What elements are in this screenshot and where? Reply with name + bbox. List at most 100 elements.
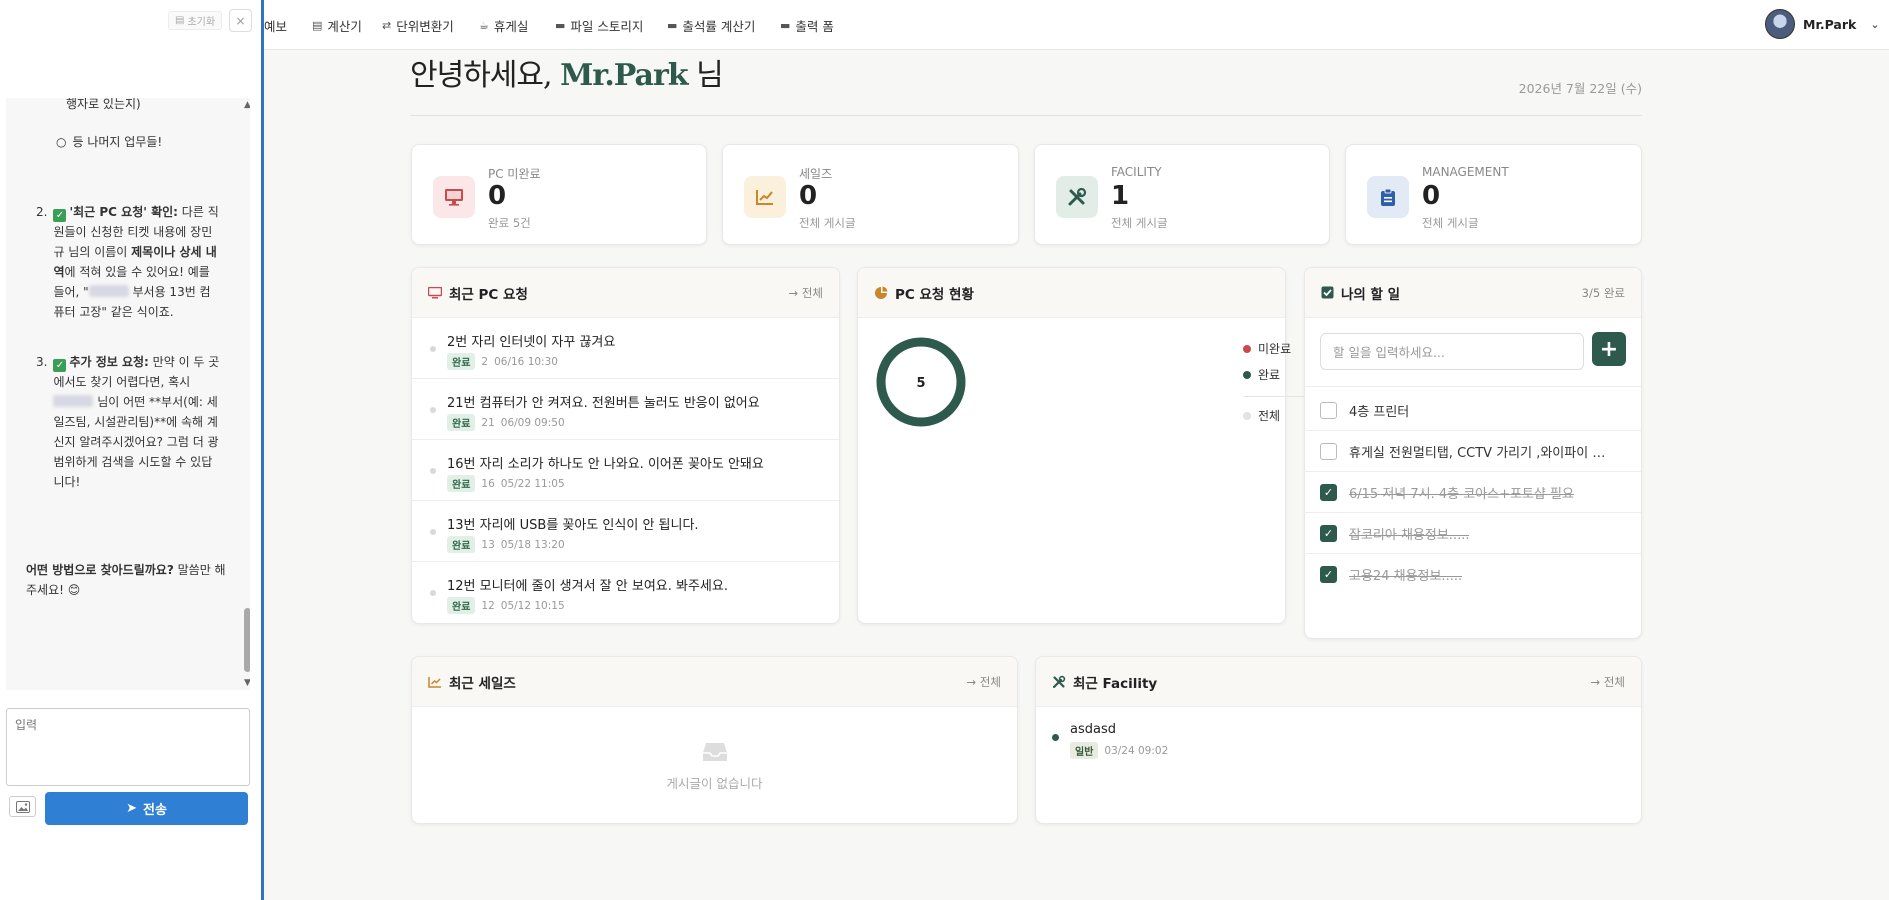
send-icon: ➤ bbox=[126, 801, 137, 816]
avatar bbox=[1765, 9, 1795, 39]
chat-messages[interactable]: 행자로 있는지) ○ 등 나머지 업무들! 2. ✓ '최근 PC 요청' 확인: … bbox=[6, 98, 250, 690]
chat-closing: 어떤 방법으로 찾아드릴까요? 말씀만 해 주세요! 😊 bbox=[26, 560, 226, 600]
close-icon: × bbox=[235, 13, 246, 28]
chevron-down-icon: ⌄ bbox=[1870, 17, 1880, 31]
chat-panel: ▤ 초기화 × 행자로 있는지) ○ 등 나머지 업무들! 2. ✓ '최근 PC 요… bbox=[0, 0, 264, 900]
todo-item[interactable]: 휴게실 전원멀티탭, CCTV 가리기 ,와이파이 설치 bbox=[1304, 431, 1641, 472]
todo-checkbox-checked[interactable]: ✓ bbox=[1320, 566, 1337, 583]
check-icon: ✓ bbox=[53, 359, 67, 372]
list-item[interactable]: 21번 컴퓨터가 안 켜져요. 전원버튼 눌러도 반응이 없어요 완료 21 06/… bbox=[412, 379, 839, 440]
empty-state: 게시글이 없습니다 bbox=[411, 708, 1018, 824]
nav-label: 파일 스토리지 bbox=[570, 19, 644, 34]
todo-text: 고용24 채용정보..... bbox=[1349, 569, 1463, 584]
attach-image-button[interactable] bbox=[9, 796, 36, 817]
nav-lounge[interactable]: ☕ 휴게실 bbox=[479, 16, 528, 35]
legend-label: 미완료 bbox=[1258, 342, 1292, 356]
chat-scrollbar[interactable]: ▲ ▼ bbox=[242, 98, 250, 690]
status-badge: 완료 bbox=[447, 353, 476, 370]
todo-text: 휴게실 전원멀티탭, CCTV 가리기 ,와이파이 설치 bbox=[1349, 445, 1609, 461]
request-title: 2번 자리 인터넷이 자꾸 끊겨요 bbox=[447, 335, 616, 350]
chat-bold: '최근 PC 요청' 확인: bbox=[69, 205, 178, 219]
scrollbar-thumb[interactable] bbox=[244, 608, 250, 672]
user-name: Mr.Park bbox=[1803, 16, 1857, 32]
list-item[interactable]: asdasd 일반 03/24 09:02 bbox=[1070, 722, 1168, 759]
todo-checkbox[interactable] bbox=[1320, 401, 1337, 419]
chat-point-number: 2. bbox=[36, 205, 48, 219]
todo-checkbox[interactable] bbox=[1320, 442, 1337, 460]
stat-card-management[interactable]: MANAGEMENT 0 전체 게시글 bbox=[1345, 144, 1642, 245]
todo-item[interactable]: ✓ 고용24 채용정보..... bbox=[1304, 554, 1641, 595]
nav-calculator[interactable]: ▤ 계산기 bbox=[312, 16, 362, 35]
nav-unit-converter[interactable]: ⇄ 단위변환기 bbox=[382, 16, 454, 35]
scroll-down-icon[interactable]: ▼ bbox=[244, 678, 250, 688]
todo-input[interactable]: 할 일을 입력하세요... bbox=[1320, 333, 1584, 370]
stat-value: 0 bbox=[799, 181, 818, 211]
chat-sub-bullet: ○ 등 나머지 업무들! bbox=[26, 132, 220, 152]
scroll-up-icon[interactable]: ▲ bbox=[244, 100, 250, 110]
stat-label: MANAGEMENT bbox=[1422, 165, 1509, 179]
bullet-dot bbox=[430, 590, 436, 596]
todo-checkbox-checked[interactable]: ✓ bbox=[1320, 483, 1337, 501]
redacted-text bbox=[53, 395, 94, 407]
request-meta: 완료 12 05/12 10:15 bbox=[447, 597, 565, 614]
chat-input[interactable] bbox=[6, 708, 250, 786]
list-item[interactable]: 16번 자리 소리가 하나도 안 나와요. 이어폰 꽂아도 안돼요 완료 16 05… bbox=[412, 440, 839, 501]
monitor-icon bbox=[433, 176, 475, 218]
nav-label: 휴게실 bbox=[493, 19, 529, 34]
nav-attendance-calculator[interactable]: ▬ 출석률 계산기 bbox=[667, 16, 755, 35]
request-title: 12번 모니터에 줄이 생겨서 잘 안 보여요. 봐주세요. bbox=[447, 579, 728, 594]
view-all-link[interactable]: → 전체 bbox=[789, 285, 823, 301]
nav-print-form[interactable]: ▬ 출력 폼 bbox=[780, 16, 834, 35]
todo-item[interactable]: ✓ 6/15 저녁 7시. 4층 코아스+포토샵 필요 bbox=[1304, 472, 1641, 513]
stat-sub: 전체 게시글 bbox=[1422, 216, 1479, 230]
list-item[interactable]: 2번 자리 인터넷이 자꾸 끊겨요 완료 2 06/16 10:30 bbox=[412, 318, 839, 379]
todo-item[interactable]: 4층 프린터 bbox=[1304, 390, 1641, 431]
reset-button[interactable]: ▤ 초기화 bbox=[168, 11, 223, 30]
legend-label: 전체 bbox=[1258, 409, 1281, 423]
greeting-name: Mr.Park bbox=[560, 58, 688, 93]
chat-text: 등 나머지 업무들! bbox=[72, 135, 163, 149]
list-item[interactable]: 13번 자리에 USB를 꽂아도 인식이 안 됩니다. 완료 13 05/18 13… bbox=[412, 501, 839, 562]
stat-label: FACILITY bbox=[1111, 165, 1162, 179]
card-header: 최근 PC 요청 → 전체 bbox=[412, 268, 839, 318]
donut-chart: 5 bbox=[876, 337, 966, 427]
card-title: 나의 할 일 bbox=[1341, 286, 1401, 303]
donut-center-label: 5 bbox=[916, 376, 925, 391]
stat-value: 1 bbox=[1111, 181, 1130, 211]
card-title: 최근 세일즈 bbox=[449, 675, 516, 692]
stat-card-facility[interactable]: FACILITY 1 전체 게시글 bbox=[1034, 144, 1330, 245]
card-header: PC 요청 현황 bbox=[858, 268, 1285, 318]
stat-card-sales[interactable]: 세일즈 0 전체 게시글 bbox=[722, 144, 1019, 245]
chat-point-body: ✓ '최근 PC 요청' 확인: 다른 직원들이 신청한 티켓 내용에 장민규 님… bbox=[53, 202, 220, 322]
nav-file-storage[interactable]: ▬ 파일 스토리지 bbox=[555, 16, 643, 35]
seat-number: 16 bbox=[481, 477, 495, 490]
card-title: 최근 PC 요청 bbox=[449, 286, 528, 303]
close-button[interactable]: × bbox=[229, 9, 252, 32]
send-button[interactable]: ➤ 전송 bbox=[45, 792, 248, 825]
empty-text: 게시글이 없습니다 bbox=[666, 775, 763, 791]
chat-point-3: 3. ✓ 추가 정보 요청: 만약 이 두 곳에서도 찾기 어렵다면, 혹시 님이… bbox=[26, 352, 220, 492]
list-item[interactable]: 12번 모니터에 줄이 생겨서 잘 안 보여요. 봐주세요. 완료 12 05/12… bbox=[412, 562, 839, 623]
status-badge: 완료 bbox=[447, 414, 476, 431]
stat-card-pc[interactable]: PC 미완료 0 완료 5건 bbox=[411, 144, 707, 245]
facility-meta: 일반 03/24 09:02 bbox=[1070, 742, 1168, 759]
stat-label: 세일즈 bbox=[799, 167, 833, 181]
tools-icon bbox=[1056, 176, 1098, 218]
circle-bullet-icon: ○ bbox=[56, 135, 67, 149]
bullet-dot bbox=[430, 529, 436, 535]
todo-progress: 3/5 완료 bbox=[1581, 285, 1625, 300]
todo-checkbox-checked[interactable]: ✓ bbox=[1320, 524, 1337, 542]
add-todo-button[interactable]: + bbox=[1592, 332, 1626, 366]
view-all-link[interactable]: → 전체 bbox=[1591, 674, 1625, 690]
view-all-link[interactable]: → 전체 bbox=[967, 674, 1001, 690]
legend-dot bbox=[1243, 344, 1251, 353]
monitor-icon bbox=[428, 286, 442, 298]
todo-item[interactable]: ✓ 잡코리아 채용정보..... bbox=[1304, 513, 1641, 554]
pie-chart-icon bbox=[875, 286, 888, 299]
folder-icon: ▬ bbox=[667, 19, 678, 32]
timestamp: 06/09 09:50 bbox=[500, 416, 565, 429]
seat-number: 13 bbox=[481, 538, 495, 551]
user-menu[interactable]: Mr.Park ⌄ bbox=[1765, 9, 1880, 39]
request-title: 16번 자리 소리가 하나도 안 나와요. 이어폰 꽂아도 안돼요 bbox=[447, 457, 764, 472]
nav-forecast[interactable]: 예보 bbox=[264, 16, 287, 35]
